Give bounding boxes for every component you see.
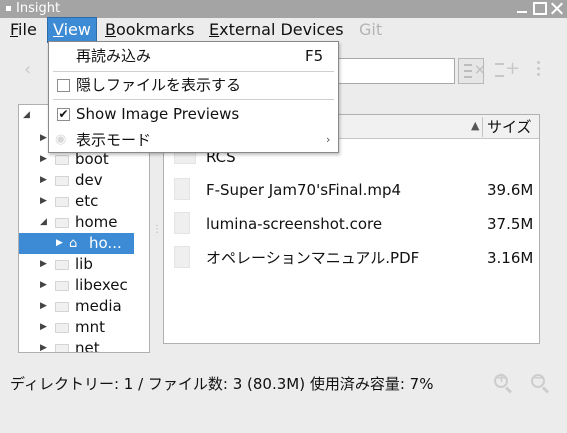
file-name: オペレーションマニュアル.PDF — [206, 249, 420, 267]
checkbox-checked[interactable]: ✔ — [57, 108, 70, 121]
back-arrow-icon[interactable]: ‹ — [24, 60, 38, 80]
menu-file-label: ile — [18, 20, 37, 39]
folder-icon — [55, 260, 69, 270]
expand-arrow-icon[interactable]: ▶ — [40, 317, 50, 338]
menu-separator — [53, 99, 334, 100]
tree-item-lib[interactable]: ▶ lib — [19, 254, 149, 275]
tree-item-label: etc — [75, 192, 99, 210]
toggle-columns-icon[interactable]: × — [458, 58, 486, 84]
file-name: lumina-screenshot.core — [206, 215, 383, 233]
menu-item-label: 表示モード — [76, 131, 152, 149]
pdf-file-icon — [174, 246, 190, 268]
window-menu-icon[interactable] — [6, 6, 11, 11]
folder-icon — [55, 176, 69, 186]
expand-arrow-icon[interactable]: ▶ — [40, 254, 50, 275]
expand-arrow-icon[interactable]: ▶ — [40, 170, 50, 191]
splitter-handle[interactable]: ⋮ — [152, 224, 162, 235]
add-column-icon[interactable]: + — [492, 58, 520, 84]
window-title: Insight — [16, 1, 61, 16]
size-column-header[interactable]: サイズ — [487, 115, 532, 139]
file-size: 37.5M — [487, 215, 534, 233]
menu-bar: File View Bookmarks External Devices Git — [0, 17, 567, 43]
home-icon: ⌂ — [69, 236, 78, 251]
zoom-in-icon[interactable]: + — [494, 371, 514, 394]
tree-item-label: dev — [75, 171, 103, 189]
folder-icon — [55, 302, 69, 312]
tree-item-label: libexec — [75, 276, 128, 294]
address-bar[interactable] — [337, 58, 455, 84]
tree-item-net[interactable]: ▶ net — [19, 338, 149, 353]
video-file-icon — [174, 178, 190, 200]
tree-item-label: mnt — [75, 318, 105, 336]
file-icon — [174, 212, 190, 234]
menu-bookmarks-label: ookmarks — [115, 20, 195, 39]
folder-icon — [55, 197, 69, 207]
tree-item-label: ho... — [89, 234, 122, 252]
maximize-icon[interactable] — [533, 2, 547, 15]
expand-arrow-icon[interactable]: ▶ — [40, 191, 50, 212]
tree-item-selected[interactable]: ▶ ⌂ ho... — [19, 233, 134, 254]
folder-icon — [55, 323, 69, 333]
collapse-arrow-icon[interactable]: ◢ — [23, 105, 33, 126]
file-name: F-Super Jam70'sFinal.mp4 — [206, 181, 402, 199]
menu-item-reload[interactable]: 再読み込み F5 — [49, 43, 338, 69]
expand-arrow-icon[interactable]: ▶ — [56, 233, 66, 254]
close-icon[interactable] — [550, 2, 564, 15]
folder-icon — [55, 218, 69, 228]
expand-arrow-icon[interactable]: ▶ — [40, 296, 50, 317]
menu-bookmarks[interactable]: Bookmarks — [100, 18, 199, 42]
menu-item-show-previews[interactable]: ✔ Show Image Previews — [49, 101, 338, 127]
menu-view[interactable]: View — [47, 17, 97, 43]
menu-item-label: Show Image Previews — [76, 105, 240, 123]
menu-external-devices[interactable]: External Devices — [204, 18, 349, 42]
folder-icon — [55, 155, 69, 165]
tree-item-label: net — [75, 339, 100, 353]
expand-arrow-icon[interactable]: ▶ — [40, 275, 50, 296]
collapse-arrow-icon[interactable]: ◢ — [40, 212, 50, 233]
tree-item-libexec[interactable]: ▶ libexec — [19, 275, 149, 296]
file-row[interactable]: lumina-screenshot.core 37.5M — [164, 207, 539, 241]
tree-item-etc[interactable]: ▶ etc — [19, 191, 149, 212]
file-size: 39.6M — [487, 181, 534, 199]
tree-item-dev[interactable]: ▶ dev — [19, 170, 149, 191]
menu-file-mnemonic: F — [10, 20, 19, 39]
title-bar: Insight — [0, 0, 567, 18]
more-options-icon[interactable] — [533, 58, 543, 84]
minimize-icon[interactable] — [515, 2, 529, 15]
tree-item-media[interactable]: ▶ media — [19, 296, 149, 317]
zoom-out-icon[interactable]: − — [531, 371, 551, 394]
menu-external-label: xternal Devices — [219, 20, 344, 39]
tree-item-label: home — [75, 213, 118, 231]
folder-icon — [55, 281, 69, 291]
file-row[interactable]: オペレーションマニュアル.PDF 3.16M — [164, 241, 539, 275]
expand-arrow-icon[interactable]: ▶ — [40, 338, 50, 352]
tree-item-home[interactable]: ◢ home — [19, 212, 149, 233]
menu-item-shortcut: F5 — [305, 47, 324, 65]
menu-item-label: 再読み込み — [76, 47, 152, 65]
tree-item-label: media — [75, 297, 122, 315]
file-row[interactable]: F-Super Jam70'sFinal.mp4 39.6M — [164, 173, 539, 207]
menu-item-view-mode[interactable]: ◉ 表示モード › — [49, 127, 338, 153]
sort-ascending-icon[interactable]: ▲ — [471, 119, 479, 132]
tree-item-label: lib — [75, 255, 93, 273]
tree-item-mnt[interactable]: ▶ mnt — [19, 317, 149, 338]
checkbox-unchecked[interactable] — [57, 79, 70, 92]
menu-view-label: iew — [63, 20, 91, 39]
menu-item-label: 隠しファイルを表示する — [76, 76, 242, 94]
menu-git: Git — [359, 20, 383, 39]
status-text: ディレクトリー: 1 / ファイル数: 3 (80.3M) 使用済み容量: 7% — [10, 375, 434, 393]
menu-bookmarks-mnemonic: B — [105, 20, 116, 39]
menu-external-mnemonic: E — [209, 20, 220, 39]
folder-icon — [55, 344, 69, 352]
view-menu-dropdown: 再読み込み F5 隠しファイルを表示する ✔ Show Image Previe… — [48, 41, 339, 153]
menu-file[interactable]: File — [5, 18, 42, 42]
menu-view-mnemonic: V — [53, 20, 64, 39]
file-size: 3.16M — [487, 249, 534, 267]
submenu-arrow-icon: › — [326, 133, 331, 146]
column-separator[interactable] — [482, 117, 483, 137]
menu-item-show-hidden[interactable]: 隠しファイルを表示する — [49, 72, 338, 98]
eye-icon: ◉ — [55, 132, 67, 147]
